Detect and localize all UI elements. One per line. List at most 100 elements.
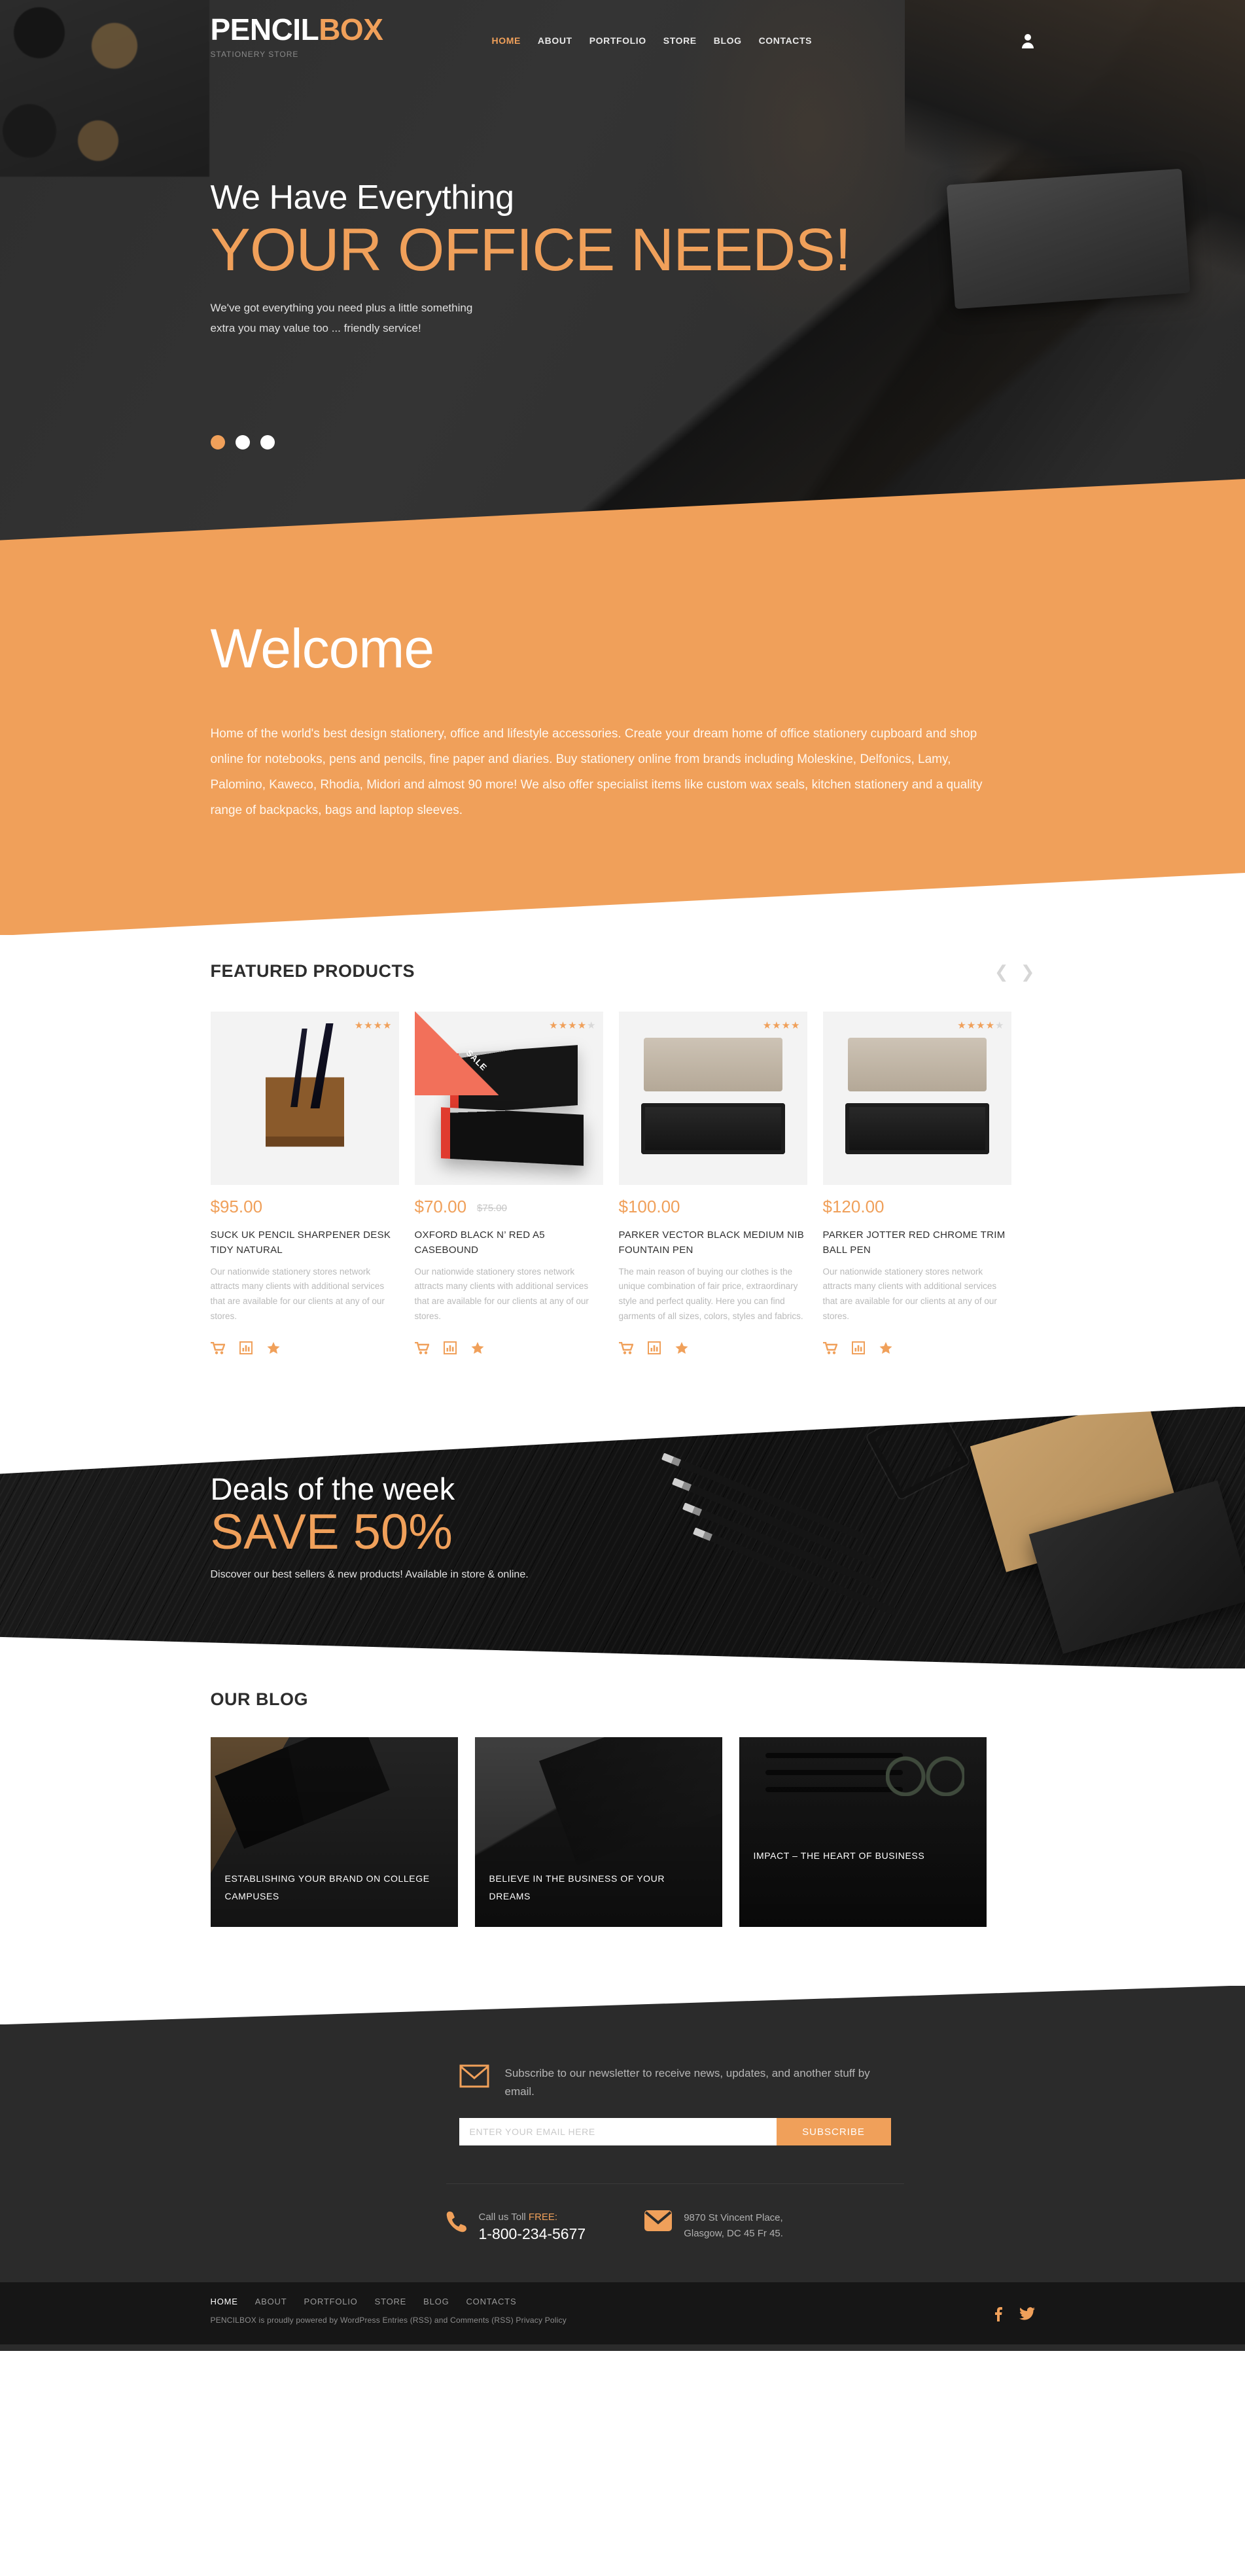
product-image[interactable]: ★★★★★: [822, 1012, 1011, 1185]
envelope-outline-icon: [459, 2064, 489, 2091]
hero-subtext: We've got everything you need plus a lit…: [211, 298, 1035, 338]
slider-pagination: [210, 435, 1035, 450]
footer-nav-item-about[interactable]: ABOUT: [255, 2297, 287, 2306]
contact-address-line1: 9870 St Vincent Place,: [684, 2212, 783, 2224]
footer-inner: Subscribe to our newsletter to receive n…: [211, 1986, 1035, 2243]
compare-icon[interactable]: [647, 1341, 661, 1355]
carousel-controls: ❮ ❯: [994, 963, 1035, 980]
blog-post-card[interactable]: ESTABLISHING YOUR BRAND ON COLLEGE CAMPU…: [210, 1737, 458, 1928]
nav-item-contacts[interactable]: CONTACTS: [759, 35, 813, 46]
footer-copyright: PENCILBOX is proudly powered by WordPres…: [210, 2316, 567, 2325]
newsletter-email-input[interactable]: [459, 2118, 777, 2146]
cart-icon[interactable]: [822, 1341, 837, 1354]
product-name[interactable]: SUCK UK PENCIL SHARPENER DESK TIDY NATUR…: [211, 1227, 399, 1258]
contact-phone-label: Call us Toll FREE:: [479, 2210, 586, 2225]
product-description: The main reason of buying our clothes is…: [618, 1266, 803, 1322]
newsletter-row: Subscribe to our newsletter to receive n…: [459, 2064, 891, 2101]
compare-icon[interactable]: [239, 1341, 253, 1355]
product-actions: [210, 1341, 399, 1355]
product-name[interactable]: PARKER VECTOR BLACK MEDIUM NIB FOUNTAIN …: [619, 1227, 807, 1258]
wishlist-icon[interactable]: [879, 1341, 892, 1354]
footer-nav-item-store[interactable]: STORE: [375, 2297, 407, 2306]
footer-divider: [446, 2183, 904, 2185]
contact-phone-text: Call us Toll FREE: 1-800-234-5677: [479, 2210, 586, 2243]
product-image[interactable]: ★★★★: [210, 1012, 399, 1185]
slider-dot-3[interactable]: [260, 435, 275, 450]
deals-headline-1: Deals of the week: [210, 1472, 455, 1507]
deals-content: Deals of the week SAVE 50% Discover our …: [211, 1407, 1035, 1580]
blog-post-title[interactable]: ESTABLISHING YOUR BRAND ON COLLEGE CAMPU…: [225, 1870, 444, 1905]
featured-header: FEATURED PRODUCTS ❮ ❯: [211, 961, 1035, 981]
footer-nav: HOME ABOUT PORTFOLIO STORE BLOG CONTACTS: [211, 2297, 567, 2306]
featured-products-section: FEATURED PRODUCTS ❮ ❯ ★★★★ $95.00 SUCK U…: [0, 935, 1245, 1407]
hero-headline-2: YOUR OFFICE NEEDS!: [210, 216, 852, 283]
slider-dot-2[interactable]: [235, 435, 250, 450]
twitter-icon[interactable]: [1019, 2307, 1035, 2321]
nav-item-blog[interactable]: BLOG: [714, 35, 742, 46]
brand-logo[interactable]: PENCILBOX STATIONERY STORE: [211, 14, 492, 59]
nav-item-home[interactable]: HOME: [492, 35, 521, 46]
product-description: Our nationwide stationery stores network…: [210, 1266, 385, 1322]
compare-icon[interactable]: [443, 1341, 457, 1355]
contact-phone-value[interactable]: 1-800-234-5677: [479, 2225, 586, 2244]
hero-subtext-line1: We've got everything you need plus a lit…: [210, 302, 473, 315]
product-image[interactable]: SALE ★★★★★: [414, 1012, 603, 1185]
product-name[interactable]: OXFORD BLACK N’ RED A5 CASEBOUND: [415, 1227, 603, 1258]
blog-post-title[interactable]: IMPACT – THE HEART OF BUSINESS: [754, 1847, 972, 1865]
product-image[interactable]: ★★★★: [618, 1012, 807, 1185]
rating-stars: ★★★★: [354, 1020, 393, 1031]
footer-nav-item-portfolio[interactable]: PORTFOLIO: [304, 2297, 358, 2306]
slider-dot-1[interactable]: [210, 435, 225, 450]
facebook-icon[interactable]: [994, 2307, 1002, 2322]
wishlist-icon[interactable]: [267, 1341, 280, 1354]
wishlist-icon[interactable]: [675, 1341, 688, 1354]
product-card[interactable]: ★★★★★ $120.00 PARKER JOTTER RED CHROME T…: [822, 1012, 1011, 1355]
featured-inner: FEATURED PRODUCTS ❮ ❯ ★★★★ $95.00 SUCK U…: [210, 961, 1035, 1355]
brand-name-accent: BOX: [319, 12, 383, 46]
hero-headline-1: We Have Everything: [210, 179, 515, 217]
subscribe-button[interactable]: SUBSCRIBE: [776, 2118, 891, 2146]
footer-bottom-left: HOME ABOUT PORTFOLIO STORE BLOG CONTACTS…: [211, 2297, 567, 2325]
blog-title: OUR BLOG: [210, 1689, 308, 1710]
rating-stars: ★★★★★: [957, 1020, 1005, 1031]
chevron-right-icon[interactable]: ❯: [1021, 963, 1035, 980]
welcome-bottom-wedge: [0, 873, 1245, 936]
chevron-left-icon[interactable]: ❮: [994, 963, 1009, 980]
hero-subtext-line2: extra you may value too ... friendly ser…: [210, 321, 421, 334]
product-actions: [414, 1341, 603, 1355]
sale-badge: SALE: [414, 1012, 499, 1095]
compare-icon[interactable]: [851, 1341, 865, 1355]
welcome-text: Home of the world's best design statione…: [210, 727, 983, 817]
product-name[interactable]: PARKER JOTTER RED CHROME TRIM BALL PEN: [823, 1227, 1011, 1258]
brand-title: PENCILBOX: [211, 14, 492, 44]
nav-item-about[interactable]: ABOUT: [538, 35, 572, 46]
footer-nav-item-home[interactable]: HOME: [211, 2297, 238, 2306]
hero-photo-left: [0, 0, 209, 177]
footer-nav-item-contacts[interactable]: CONTACTS: [466, 2297, 516, 2306]
product-card[interactable]: SALE ★★★★★ $70.00 $75.00 OXFORD BLACK N’ …: [414, 1012, 603, 1355]
contact-phone: Call us Toll FREE: 1-800-234-5677: [446, 2210, 586, 2243]
footer-nav-item-blog[interactable]: BLOG: [423, 2297, 449, 2306]
blog-post-card[interactable]: BELIEVE IN THE BUSINESS OF YOUR DREAMS: [474, 1737, 722, 1928]
product-photo-pen-body: [860, 1124, 973, 1131]
product-photo-pen-body: [656, 1124, 769, 1131]
rating-stars: ★★★★★: [549, 1020, 597, 1031]
cart-icon[interactable]: [210, 1341, 225, 1354]
product-photo-sharpener: [210, 1012, 399, 1185]
product-card[interactable]: ★★★★ $95.00 SUCK UK PENCIL SHARPENER DES…: [210, 1012, 399, 1355]
product-photo-fountain-pen: [618, 1012, 807, 1185]
user-icon[interactable]: [1021, 14, 1035, 48]
blog-image-overlay: [739, 1737, 987, 1928]
blog-post-card[interactable]: IMPACT – THE HEART OF BUSINESS: [739, 1737, 987, 1928]
price-old: $75.00: [477, 1202, 507, 1214]
envelope-filled-icon: [644, 2210, 673, 2234]
cart-icon[interactable]: [618, 1341, 633, 1354]
newsletter-text: Subscribe to our newsletter to receive n…: [504, 2067, 870, 2098]
nav-item-store[interactable]: STORE: [663, 35, 697, 46]
blog-post-title[interactable]: BELIEVE IN THE BUSINESS OF YOUR DREAMS: [489, 1870, 708, 1905]
wishlist-icon[interactable]: [471, 1341, 484, 1354]
cart-icon[interactable]: [414, 1341, 429, 1354]
nav-item-portfolio[interactable]: PORTFOLIO: [589, 35, 646, 46]
brand-name-dark: PENCIL: [210, 12, 319, 46]
product-card[interactable]: ★★★★ $100.00 PARKER VECTOR BLACK MEDIUM …: [618, 1012, 807, 1355]
